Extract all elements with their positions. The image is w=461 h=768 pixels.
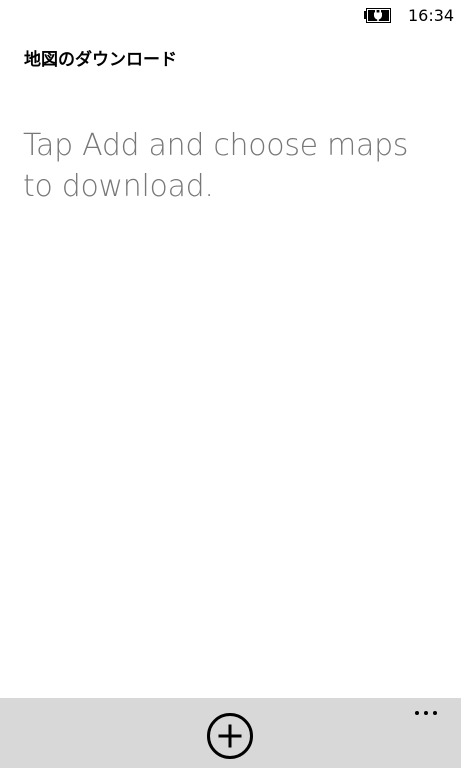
page-title: 地図のダウンロード [24, 50, 177, 70]
app-bar [0, 698, 461, 768]
add-button[interactable] [206, 712, 254, 760]
more-ellipsis-icon [406, 700, 446, 728]
status-time: 16:34 [408, 6, 455, 25]
status-bar: 16:34 [0, 0, 461, 32]
more-options-button[interactable] [406, 700, 446, 728]
battery-charging-icon [364, 8, 392, 23]
add-circle-icon [206, 712, 254, 760]
empty-message: Tap Add and choose maps to download. [23, 128, 409, 204]
